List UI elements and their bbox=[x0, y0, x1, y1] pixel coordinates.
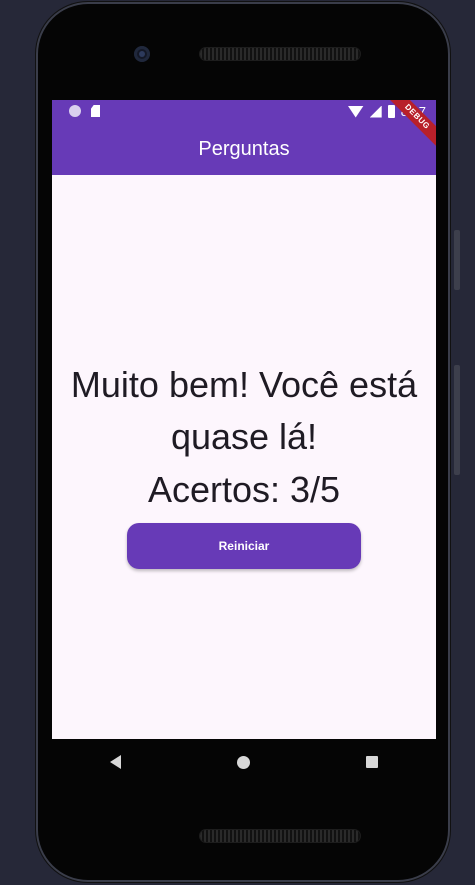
notification-dot-icon bbox=[69, 105, 81, 117]
recent-apps-icon[interactable] bbox=[366, 756, 378, 768]
restart-button[interactable]: Reiniciar bbox=[127, 523, 361, 569]
sim-card-icon bbox=[91, 105, 100, 117]
result-message: Muito bem! Você está quase lá! bbox=[70, 364, 418, 457]
signal-icon bbox=[369, 105, 382, 118]
back-icon[interactable] bbox=[110, 755, 121, 769]
app-bar: Perguntas bbox=[52, 124, 436, 175]
score-text: Acertos: 3/5 bbox=[147, 469, 341, 510]
power-button bbox=[454, 365, 460, 475]
bottom-speaker bbox=[200, 830, 360, 842]
home-icon[interactable] bbox=[237, 755, 250, 769]
result-panel: Muito bem! Você está quase lá! Acertos: … bbox=[52, 175, 436, 739]
status-bar: 8:27 DEBUG bbox=[52, 100, 436, 154]
front-camera bbox=[134, 46, 150, 62]
earpiece-speaker bbox=[200, 48, 360, 60]
app-title: Perguntas bbox=[198, 138, 290, 160]
app-screen: 8:27 DEBUG Perguntas Muito bem! Você est… bbox=[52, 100, 436, 739]
battery-icon bbox=[387, 105, 395, 118]
wifi-icon bbox=[347, 105, 364, 118]
volume-button bbox=[454, 230, 460, 290]
system-nav-bar bbox=[52, 739, 436, 785]
